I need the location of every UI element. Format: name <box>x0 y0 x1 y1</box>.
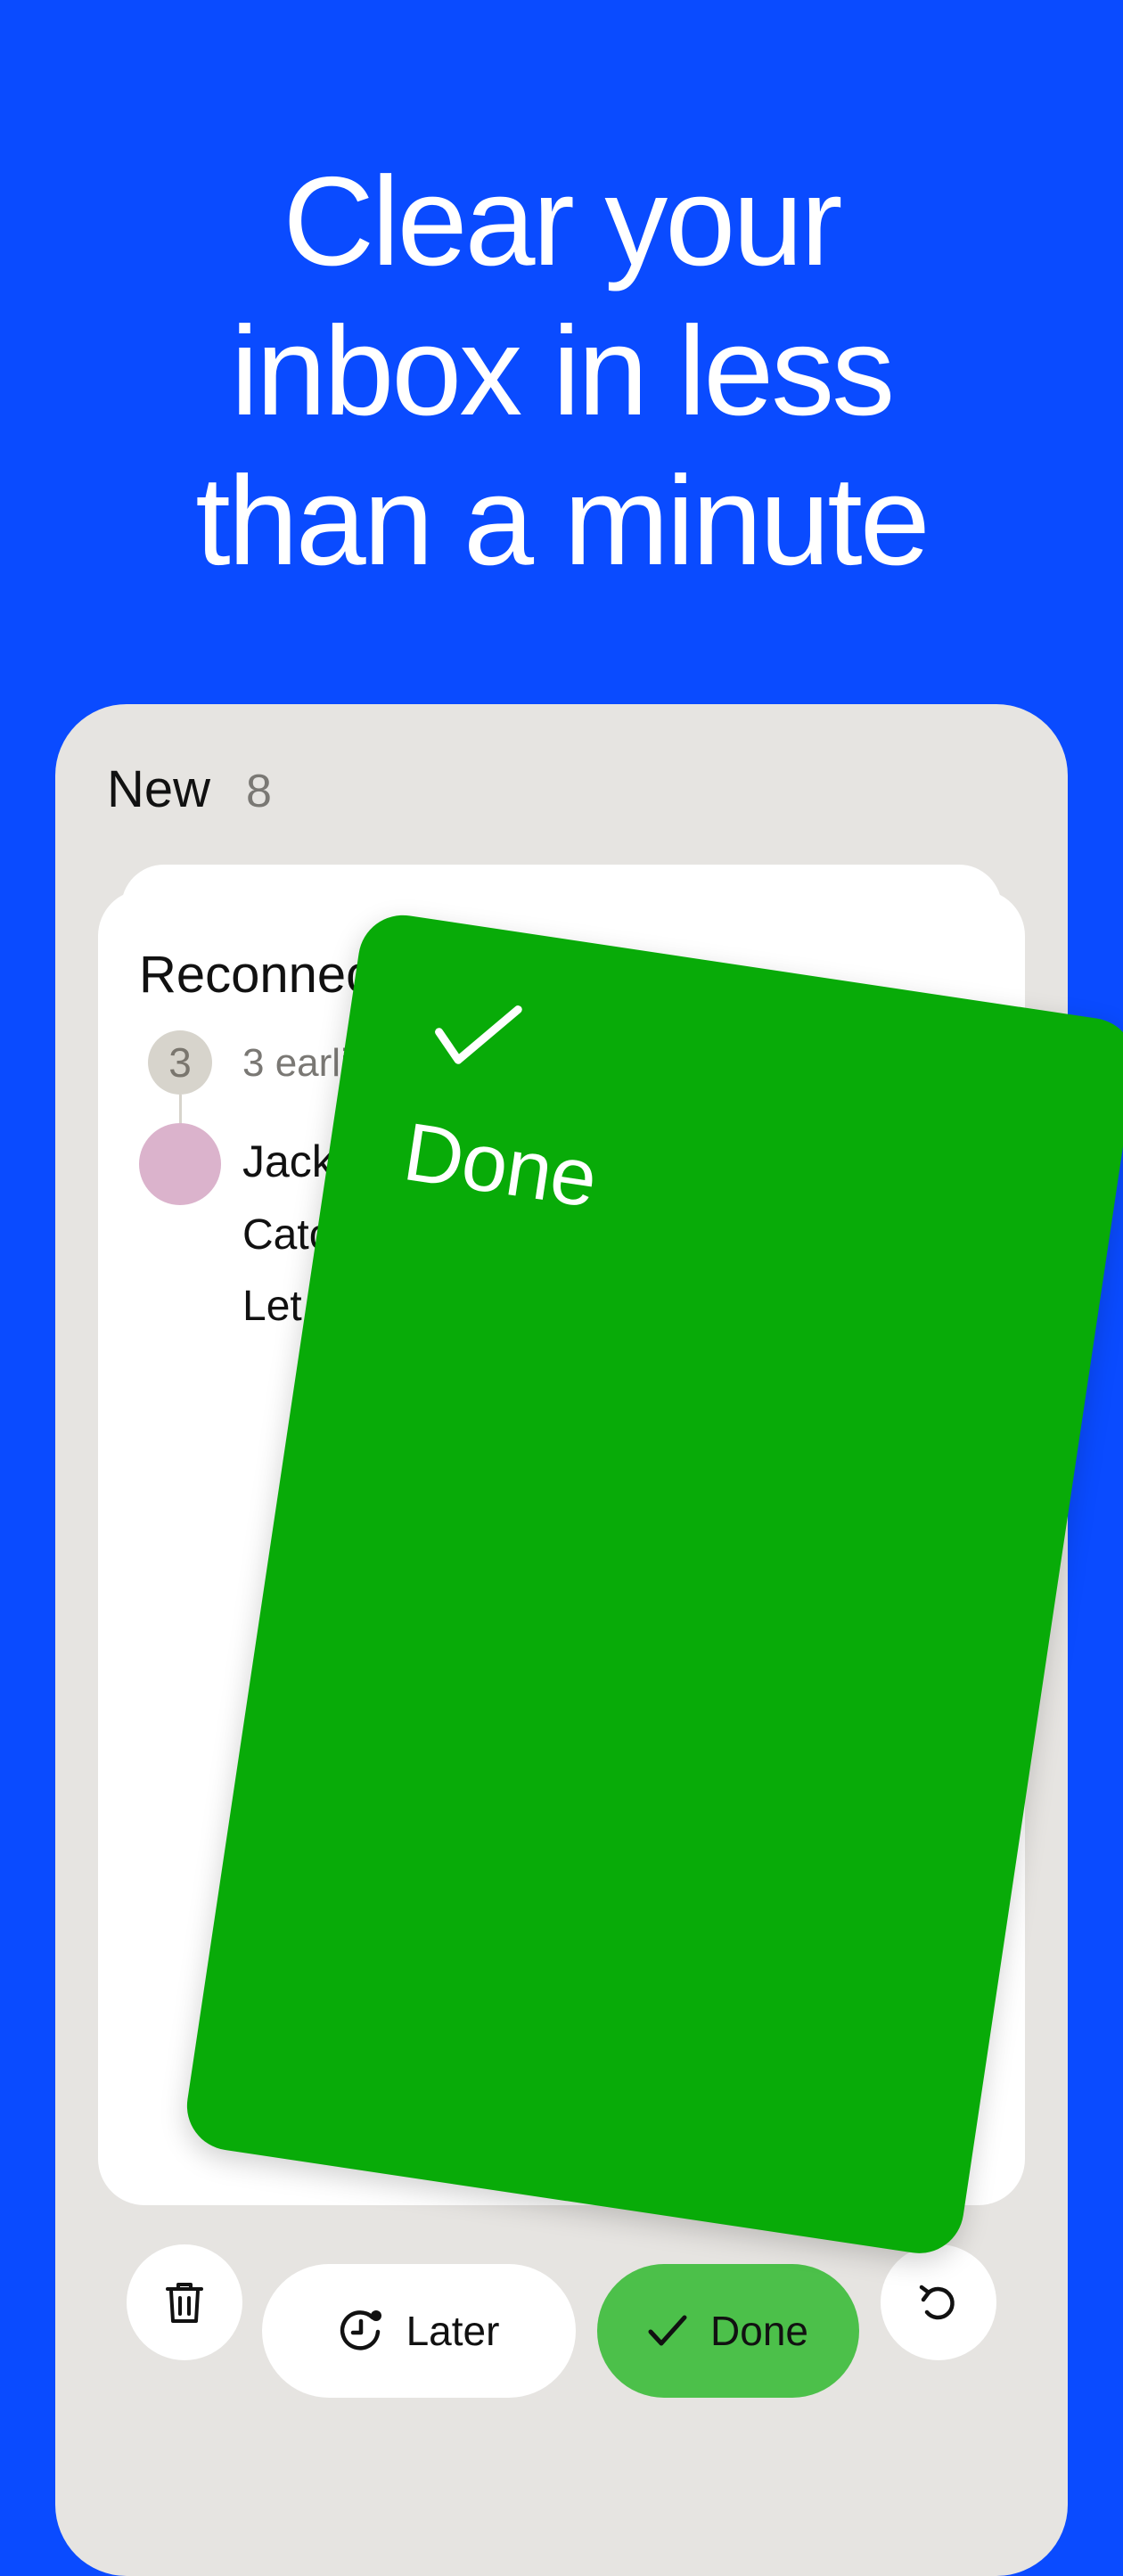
done-label: Done <box>710 2308 808 2354</box>
headline-line-1: Clear your <box>283 151 842 292</box>
headline: Clear your inbox in less than a minute <box>0 147 1123 596</box>
checkmark-icon <box>435 1005 522 1064</box>
headline-line-3: than a minute <box>195 450 930 592</box>
sender-avatar <box>139 1123 221 1205</box>
done-button[interactable]: Done <box>597 2264 859 2398</box>
later-label: Later <box>406 2308 500 2354</box>
later-button[interactable]: Later <box>262 2264 576 2398</box>
checkmark-icon <box>648 2315 687 2346</box>
clock-snooze-icon <box>340 2310 381 2350</box>
thread-count-badge[interactable]: 3 <box>148 1030 212 1095</box>
swipe-done-label: Done <box>398 1106 602 1225</box>
headline-line-2: inbox in less <box>230 300 895 442</box>
section-title: New <box>107 760 211 818</box>
trash-button[interactable] <box>127 2244 242 2360</box>
trash-icon <box>166 2283 203 2323</box>
section-count: 8 <box>246 766 272 817</box>
undo-button[interactable] <box>881 2244 996 2360</box>
undo-icon <box>919 2285 955 2320</box>
